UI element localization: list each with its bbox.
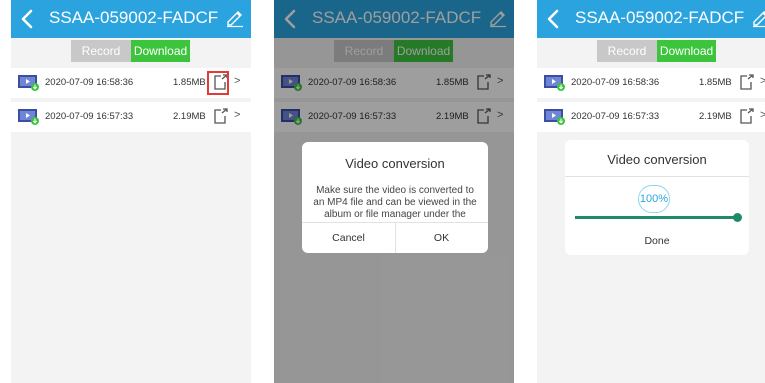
pencil-icon[interactable] bbox=[225, 8, 245, 28]
progress-percent: 100% bbox=[638, 185, 670, 213]
export-icon[interactable] bbox=[737, 73, 755, 91]
file-size: 2.19MB bbox=[699, 111, 732, 122]
video-file-icon bbox=[18, 75, 39, 91]
list-item[interactable]: 2020-07-09 16:58:36 1.85MB > bbox=[537, 68, 765, 98]
cancel-button[interactable]: Cancel bbox=[302, 232, 395, 244]
dialog-divider bbox=[565, 176, 749, 177]
chevron-right-icon[interactable]: > bbox=[760, 109, 765, 121]
list-item[interactable]: 2020-07-09 16:57:33 2.19MB > bbox=[537, 102, 765, 132]
dialog-title: Video conversion bbox=[345, 156, 445, 171]
dialog-message: Make sure the video is converted to an M… bbox=[313, 185, 477, 220]
screen-file-list: SSAA-059002-FADCF Record Download 2020-0… bbox=[11, 0, 251, 383]
file-date: 2020-07-09 16:58:36 bbox=[571, 77, 660, 88]
done-button[interactable]: Done bbox=[565, 235, 749, 247]
chevron-right-icon[interactable]: > bbox=[234, 75, 240, 87]
chevron-left-icon[interactable] bbox=[17, 7, 39, 31]
video-file-icon bbox=[544, 75, 565, 91]
list-item[interactable]: 2020-07-09 16:57:33 2.19MB > bbox=[11, 102, 251, 132]
screen-conversion-confirm: SSAA-059002-FADCF Record Download 2020-0… bbox=[274, 0, 514, 383]
tab-group: Record Download bbox=[71, 40, 190, 62]
file-date: 2020-07-09 16:57:33 bbox=[571, 111, 660, 122]
page-title: SSAA-059002-FADCF bbox=[575, 8, 745, 27]
file-size: 1.85MB bbox=[699, 77, 732, 88]
screen-conversion-progress: SSAA-059002-FADCF Record Download 2020-0… bbox=[537, 0, 765, 383]
tab-record[interactable]: Record bbox=[71, 40, 131, 62]
video-file-icon bbox=[18, 109, 39, 125]
progress-dialog: Video conversion 100% Done bbox=[565, 140, 749, 255]
file-size: 2.19MB bbox=[173, 111, 206, 122]
header-bar: SSAA-059002-FADCF bbox=[537, 0, 765, 38]
ok-button[interactable]: OK bbox=[395, 232, 488, 244]
tab-group: Record Download bbox=[597, 40, 716, 62]
chevron-left-icon[interactable] bbox=[543, 7, 565, 31]
dialog-title: Video conversion bbox=[607, 152, 707, 167]
header-bar: SSAA-059002-FADCF bbox=[11, 0, 251, 38]
chevron-right-icon[interactable]: > bbox=[234, 109, 240, 121]
file-size: 1.85MB bbox=[173, 77, 206, 88]
export-icon[interactable] bbox=[737, 107, 755, 125]
tab-download[interactable]: Download bbox=[657, 40, 716, 62]
pencil-icon[interactable] bbox=[751, 8, 765, 28]
progress-knob bbox=[733, 213, 742, 222]
file-date: 2020-07-09 16:58:36 bbox=[45, 77, 134, 88]
video-file-icon bbox=[544, 109, 565, 125]
progress-fill bbox=[575, 216, 737, 219]
export-icon[interactable] bbox=[211, 107, 229, 125]
conversion-dialog: Video conversion Make sure the video is … bbox=[302, 142, 488, 253]
page-title: SSAA-059002-FADCF bbox=[49, 8, 219, 27]
file-date: 2020-07-09 16:57:33 bbox=[45, 111, 134, 122]
chevron-right-icon[interactable]: > bbox=[760, 75, 765, 87]
progress-track bbox=[575, 213, 742, 222]
tab-record[interactable]: Record bbox=[597, 40, 657, 62]
tab-download[interactable]: Download bbox=[131, 40, 190, 62]
list-item[interactable]: 2020-07-09 16:58:36 1.85MB > bbox=[11, 68, 251, 98]
highlight-box bbox=[207, 71, 229, 95]
